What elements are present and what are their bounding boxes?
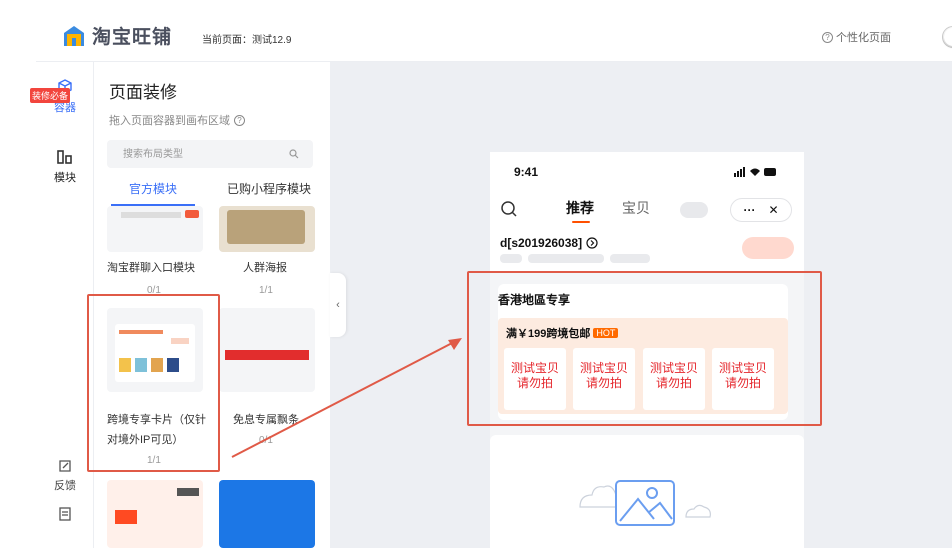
drag-arrow-overlay [231, 338, 462, 458]
drag-arrow-line [231, 340, 457, 458]
